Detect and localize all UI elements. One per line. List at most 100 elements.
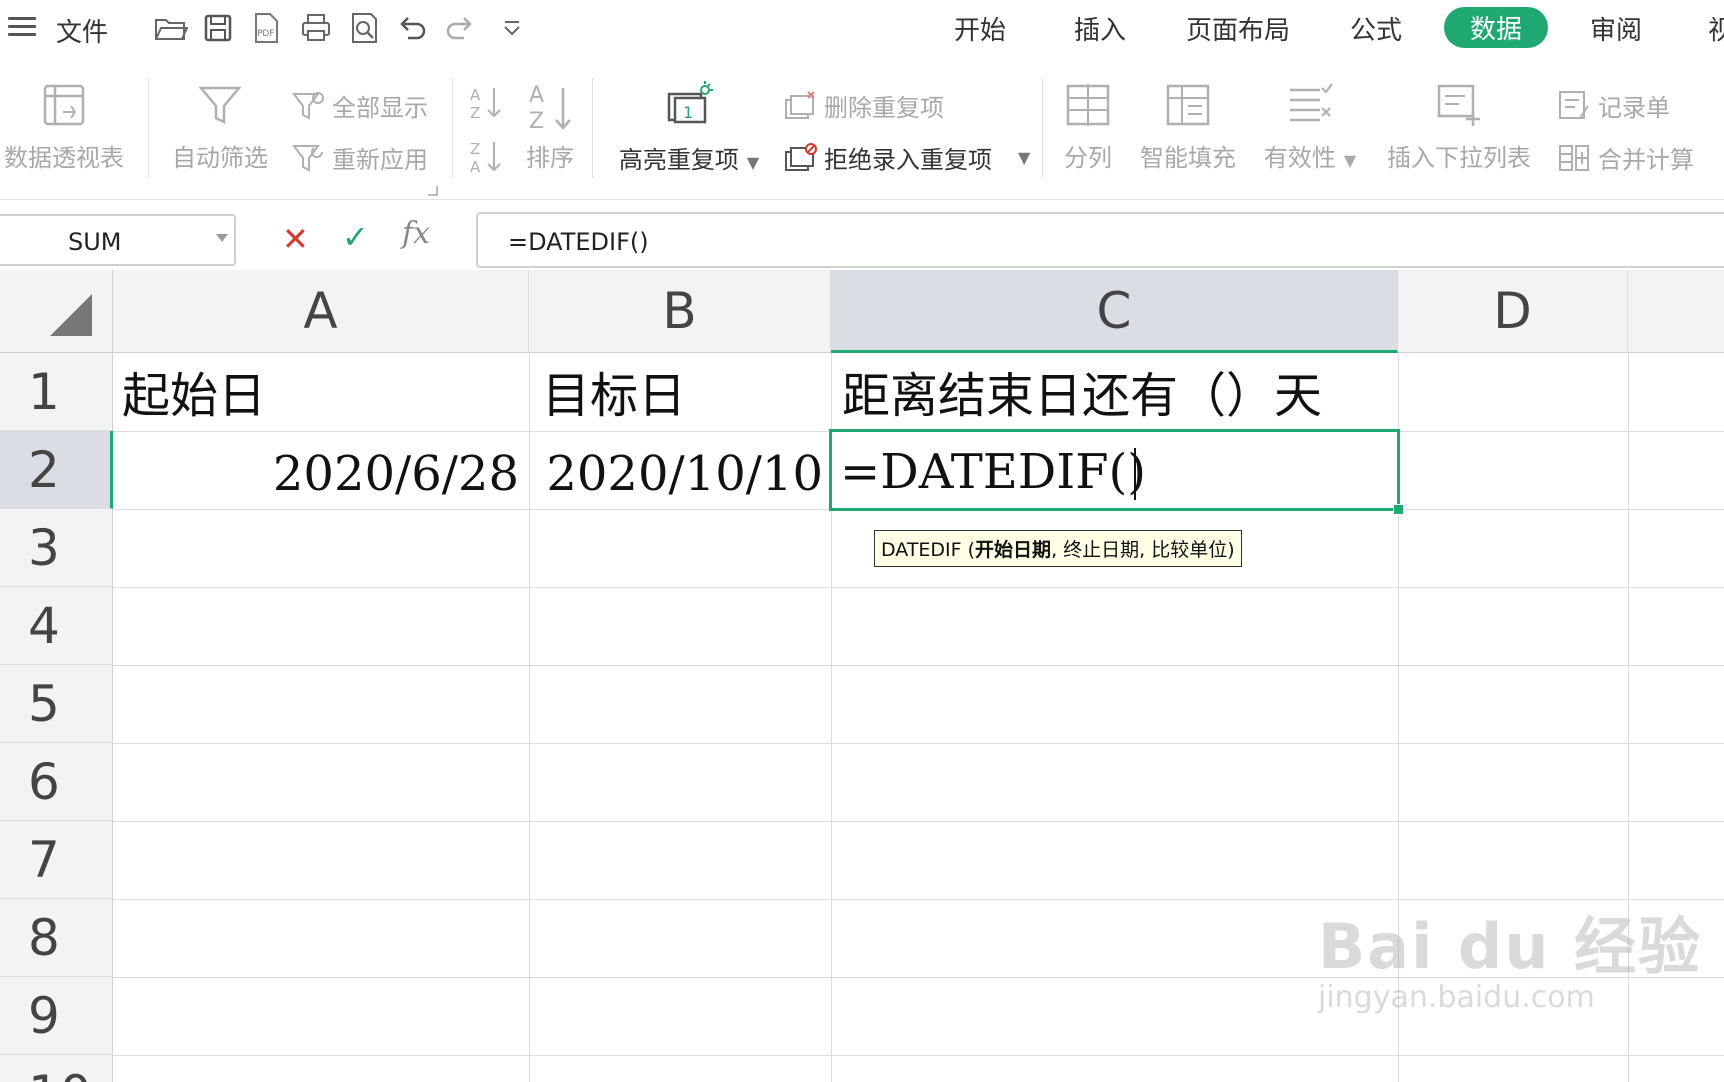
- svg-text:Z: Z: [470, 104, 480, 122]
- highlight-duplicates-button[interactable]: 1 高亮重复项 ▼: [614, 80, 764, 175]
- name-box[interactable]: SUM: [0, 214, 236, 266]
- row-header-1[interactable]: 1: [0, 353, 113, 431]
- split-columns-icon: [1066, 84, 1110, 126]
- reapply-label: 重新应用: [332, 146, 428, 174]
- column-header-b[interactable]: B: [529, 270, 831, 353]
- sort-button[interactable]: AZ 排序: [520, 82, 580, 173]
- menu-icon[interactable]: [6, 12, 38, 40]
- save-icon[interactable]: [200, 10, 236, 46]
- redo-icon[interactable]: [442, 10, 478, 46]
- undo-icon[interactable]: [394, 10, 430, 46]
- print-preview-icon[interactable]: [346, 10, 382, 46]
- insert-dropdown-list-button[interactable]: 插入下拉列表: [1384, 82, 1534, 173]
- column-header-e[interactable]: [1628, 270, 1724, 353]
- formula-input[interactable]: =DATEDIF(): [476, 212, 1724, 268]
- formula-bar: SUM ✕ ✓ fx =DATEDIF(): [0, 200, 1724, 270]
- menu-bar: 文件 PDF 开始 插入 页面布局 公式 数据 审阅 视: [0, 0, 1724, 58]
- pivot-table-icon: [43, 84, 85, 126]
- show-all-button[interactable]: 全部显示: [292, 88, 428, 123]
- select-all-corner[interactable]: [0, 270, 113, 353]
- active-cell-border: [829, 429, 1404, 515]
- row-header-5[interactable]: 5: [0, 665, 113, 743]
- svg-text:Z: Z: [470, 140, 480, 158]
- row-header-4[interactable]: 4: [0, 587, 113, 665]
- row-header-3[interactable]: 3: [0, 509, 113, 587]
- filter-icon: [198, 86, 242, 125]
- highlight-duplicates-icon: 1: [667, 81, 713, 124]
- svg-text:A: A: [470, 86, 481, 104]
- pivot-table-label: 数据透视表: [4, 144, 124, 172]
- tooltip-current-argument: 开始日期: [975, 539, 1052, 561]
- tab-data[interactable]: 数据: [1444, 7, 1549, 48]
- row-header-2[interactable]: 2: [0, 431, 113, 509]
- file-menu[interactable]: 文件: [56, 12, 108, 49]
- split-columns-label: 分列: [1064, 144, 1112, 172]
- confirm-icon[interactable]: ✓: [342, 218, 369, 256]
- ribbon: 数据透视表 自动筛选 全部显示 重新应用 AZ ZA AZ 排序 1 高亮重复项…: [0, 58, 1724, 200]
- show-all-label: 全部显示: [332, 94, 428, 122]
- reapply-button[interactable]: 重新应用: [292, 140, 428, 175]
- sort-label: 排序: [526, 144, 574, 172]
- export-pdf-icon[interactable]: PDF: [248, 10, 284, 46]
- print-icon[interactable]: [298, 10, 334, 46]
- row-header-6[interactable]: 6: [0, 743, 113, 821]
- highlight-duplicates-label: 高亮重复项 ▼: [618, 146, 760, 174]
- validity-button[interactable]: 有效性 ▼: [1260, 82, 1360, 173]
- smart-fill-button[interactable]: 智能填充: [1136, 82, 1240, 173]
- smart-fill-icon: [1166, 84, 1210, 126]
- tab-page-layout[interactable]: 页面布局: [1186, 10, 1290, 47]
- reject-duplicates-label: 拒绝录入重复项: [824, 146, 992, 174]
- reject-duplicates-button[interactable]: 拒绝录入重复项 ▼: [784, 140, 1030, 175]
- svg-text:1: 1: [683, 103, 693, 122]
- remove-duplicates-label: 删除重复项: [824, 94, 944, 122]
- validity-icon: [1290, 83, 1333, 122]
- reapply-icon: [292, 144, 323, 172]
- cell-a2[interactable]: 2020/6/28: [113, 435, 519, 513]
- pivot-table-button[interactable]: 数据透视表: [2, 82, 126, 173]
- autofilter-button[interactable]: 自动筛选: [170, 82, 270, 173]
- row-header-7[interactable]: 7: [0, 821, 113, 899]
- ribbon-dialog-launcher[interactable]: [428, 186, 438, 196]
- insert-dropdown-list-icon: [1437, 84, 1480, 126]
- cell-b2[interactable]: 2020/10/10: [529, 435, 823, 513]
- tab-home[interactable]: 开始: [954, 10, 1006, 47]
- sort-icon: AZ: [529, 83, 571, 134]
- sort-ascending-icon[interactable]: AZ: [468, 84, 510, 122]
- svg-text:A: A: [529, 83, 544, 108]
- remove-duplicates-button[interactable]: 删除重复项: [784, 88, 944, 123]
- sort-descending-icon[interactable]: ZA: [468, 138, 510, 176]
- split-columns-button[interactable]: 分列: [1056, 82, 1120, 173]
- tab-insert[interactable]: 插入: [1074, 10, 1126, 47]
- text-cursor: [1134, 448, 1136, 500]
- cell-c1[interactable]: 距离结束日还有（）天: [842, 357, 1322, 435]
- customize-quick-access-icon[interactable]: [494, 10, 530, 46]
- record-sheet-label: 记录单: [1598, 94, 1670, 122]
- record-sheet-icon: [1559, 90, 1589, 119]
- tab-view[interactable]: 视: [1708, 10, 1724, 47]
- spreadsheet-grid: A B C D 1 2 3 4 5 6 7 8 9 10 起始日 目标日 距离结…: [0, 270, 1724, 1082]
- validity-label: 有效性 ▼: [1263, 144, 1357, 172]
- record-sheet-button[interactable]: 记录单: [1558, 88, 1670, 123]
- row-header-8[interactable]: 8: [0, 899, 113, 977]
- column-header-a[interactable]: A: [113, 270, 529, 353]
- consolidate-button[interactable]: 合并计算: [1558, 140, 1694, 175]
- cell-b1[interactable]: 目标日: [542, 357, 686, 435]
- remove-duplicates-icon: [785, 90, 815, 119]
- row-header-10[interactable]: 10: [0, 1055, 113, 1082]
- cell-a1[interactable]: 起始日: [122, 357, 266, 435]
- row-header-9[interactable]: 9: [0, 977, 113, 1055]
- column-header-c[interactable]: C: [831, 270, 1398, 353]
- fill-handle[interactable]: [1393, 504, 1404, 515]
- cancel-icon[interactable]: ✕: [282, 220, 309, 258]
- tab-formulas[interactable]: 公式: [1350, 10, 1402, 47]
- formula-text: =DATEDIF(): [508, 228, 649, 256]
- show-all-icon: [292, 91, 324, 120]
- insert-function-icon[interactable]: fx: [402, 216, 430, 251]
- open-folder-icon[interactable]: [152, 10, 189, 46]
- function-signature-tooltip: DATEDIF (开始日期, 终止日期, 比较单位): [874, 530, 1242, 567]
- name-box-dropdown-icon[interactable]: [216, 234, 228, 242]
- tab-review[interactable]: 审阅: [1590, 10, 1642, 47]
- svg-text:Z: Z: [529, 109, 544, 134]
- tooltip-remaining-arguments: , 终止日期, 比较单位): [1051, 539, 1235, 561]
- column-header-d[interactable]: D: [1398, 270, 1628, 353]
